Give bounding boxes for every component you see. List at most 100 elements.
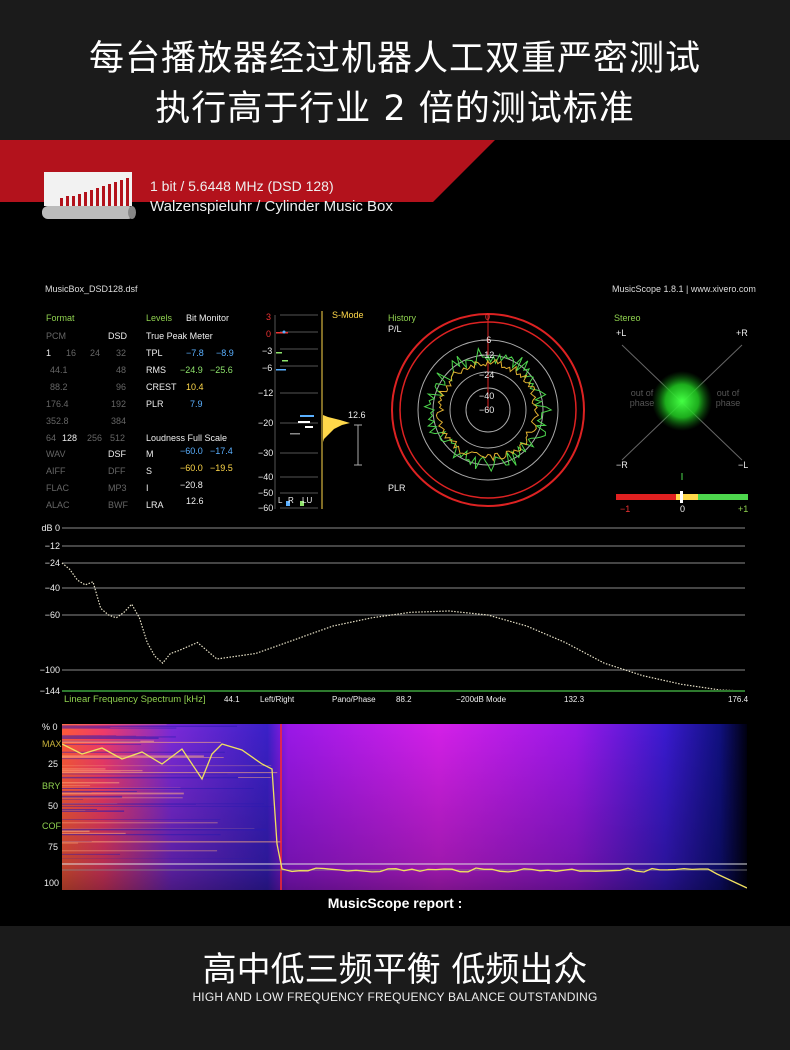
spectrum-db-label: dB 0 (41, 523, 60, 533)
frequency-spectrum-chart: dB 0 −12 −24 −40 −60 −100 −144 (40, 523, 746, 696)
sg-label: COF (42, 821, 61, 831)
meter-readout: 12.6 (348, 410, 366, 420)
format-cell: 1 (46, 348, 52, 358)
spectrum-tab[interactable]: 88.2 (396, 695, 412, 704)
m-label: M (146, 449, 154, 459)
rms-value-left: −24.9 (180, 365, 203, 375)
bit-monitor-label: Bit Monitor (186, 313, 230, 323)
meter-tick: −6 (262, 363, 273, 373)
file-name: MusicBox_DSD128.dsf (45, 284, 138, 294)
plr-value: 7.9 (190, 399, 203, 409)
tpl-value-right: −8.9 (216, 348, 234, 358)
spectrum-db-label: −60 (45, 610, 60, 620)
tpl-label: TPL (146, 348, 163, 358)
footer-title: 高中低三频平衡 低频出众 (202, 950, 588, 990)
ring-label: −24 (479, 370, 495, 380)
stereo-title: Stereo (614, 313, 641, 323)
spectrum-tab[interactable]: 44.1 (224, 695, 240, 704)
format-cell: 352.8 (46, 416, 69, 426)
filetype-cell: FLAC (46, 483, 70, 493)
meter-tick: −12 (258, 388, 274, 398)
smode-label: S-Mode (332, 310, 364, 320)
m-value-left: −60.0 (180, 446, 203, 456)
musicscope-report-title: MusicScope report : (327, 895, 463, 911)
format-cell: 64 (46, 433, 57, 443)
meter-tick: −50 (258, 488, 274, 498)
spectrum-db-label: −40 (45, 583, 60, 593)
spectrogram (62, 724, 747, 890)
filetype-cell: WAV (46, 449, 66, 459)
format-title: Format (46, 313, 75, 323)
format-cell: 24 (90, 348, 101, 358)
format-label: 1 bit / 5.6448 MHz (DSD 128) (150, 178, 334, 194)
s-label: S (146, 466, 153, 476)
meter-tick: 3 (266, 312, 272, 322)
sg-label: 50 (48, 801, 59, 811)
filetype-cell: BWF (108, 500, 128, 510)
format-cell: 128 (62, 433, 78, 443)
music-box-icon (42, 172, 136, 219)
sg-label: 75 (48, 842, 59, 852)
ring-label: −40 (479, 391, 495, 401)
format-cell: 16 (66, 348, 77, 358)
spectrum-tab[interactable]: 176.4 (728, 695, 748, 704)
pcm-header: PCM (46, 331, 66, 341)
filetype-cell: AIFF (46, 466, 66, 476)
spectrum-tab[interactable]: 132.3 (564, 695, 584, 704)
header-line-1: 每台播放器经过机器人工双重严密测试 (88, 39, 701, 79)
spectrum-db-label: −144 (40, 686, 60, 696)
sg-label: MAX (42, 739, 62, 749)
promo-footer: 高中低三频平衡 低频出众 HIGH AND LOW FREQUENCY FREQ… (0, 926, 790, 1050)
spectrum-tab[interactable]: −200dB Mode (456, 695, 506, 704)
ring-label: 0 (485, 312, 491, 322)
spectrum-tab[interactable]: Pano/Phase (332, 695, 376, 704)
s-value-right: −19.5 (210, 463, 233, 473)
format-cell: 44.1 (50, 365, 68, 375)
lra-value: 12.6 (186, 496, 204, 506)
meter-channel-lu: LU (302, 496, 313, 505)
spectrum-tab[interactable]: Left/Right (260, 695, 294, 704)
m-value-right: −17.4 (210, 446, 233, 456)
spectrum-db-label: −100 (40, 665, 60, 675)
format-cell: 512 (110, 433, 126, 443)
format-cell: 32 (116, 348, 127, 358)
meter-tick: 0 (266, 329, 272, 339)
meter-tick: −3 (262, 346, 273, 356)
format-cell: 192 (111, 399, 127, 409)
spectrum-db-label: −12 (45, 541, 60, 551)
dsd-header: DSD (108, 331, 128, 341)
meter-tick: −60 (258, 503, 274, 513)
sg-label: 25 (48, 759, 59, 769)
spectrum-legend: Linear Frequency Spectrum [kHz] (64, 694, 206, 705)
format-cell: 176.4 (46, 399, 69, 409)
sg-label: 100 (44, 878, 60, 888)
filetype-cell: MP3 (108, 483, 127, 493)
meter-channel-r: R (288, 496, 294, 505)
plr-label: PLR (146, 399, 164, 409)
track-title: Walzenspieluhr / Cylinder Music Box (150, 198, 393, 215)
meter-channel-l: L (278, 496, 283, 505)
format-cell: 384 (111, 416, 127, 426)
tpl-value-left: −7.8 (186, 348, 204, 358)
true-peak-label: True Peak Meter (146, 331, 213, 341)
sg-label: % 0 (42, 722, 58, 732)
stereo-goniometer (616, 344, 748, 503)
footer-subtitle: HIGH AND LOW FREQUENCY FREQUENCY BALANCE… (192, 990, 598, 1004)
format-cell: 256 (87, 433, 103, 443)
ring-label: −60 (479, 405, 495, 415)
s-value-left: −60.0 (180, 463, 203, 473)
rms-label: RMS (146, 365, 166, 375)
lra-label: LRA (146, 500, 164, 510)
levels-title: Levels (146, 313, 173, 323)
i-value: −20.8 (180, 480, 203, 490)
ring-label: −6 (481, 335, 492, 345)
format-cell: 48 (116, 365, 127, 375)
promo-header: 每台播放器经过机器人工双重严密测试 执行高于行业 2 倍的测试标准 (0, 0, 790, 140)
spectrum-series-line (61, 562, 746, 692)
crest-label: CREST (146, 382, 177, 392)
crest-value: 10.4 (186, 382, 204, 392)
meter-tick: −40 (258, 472, 274, 482)
sg-label: BRY (42, 781, 61, 791)
loudness-label: Loudness Full Scale (146, 433, 228, 443)
musicscope-screenshot: 1 bit / 5.6448 MHz (DSD 128) Walzenspiel… (0, 140, 790, 926)
